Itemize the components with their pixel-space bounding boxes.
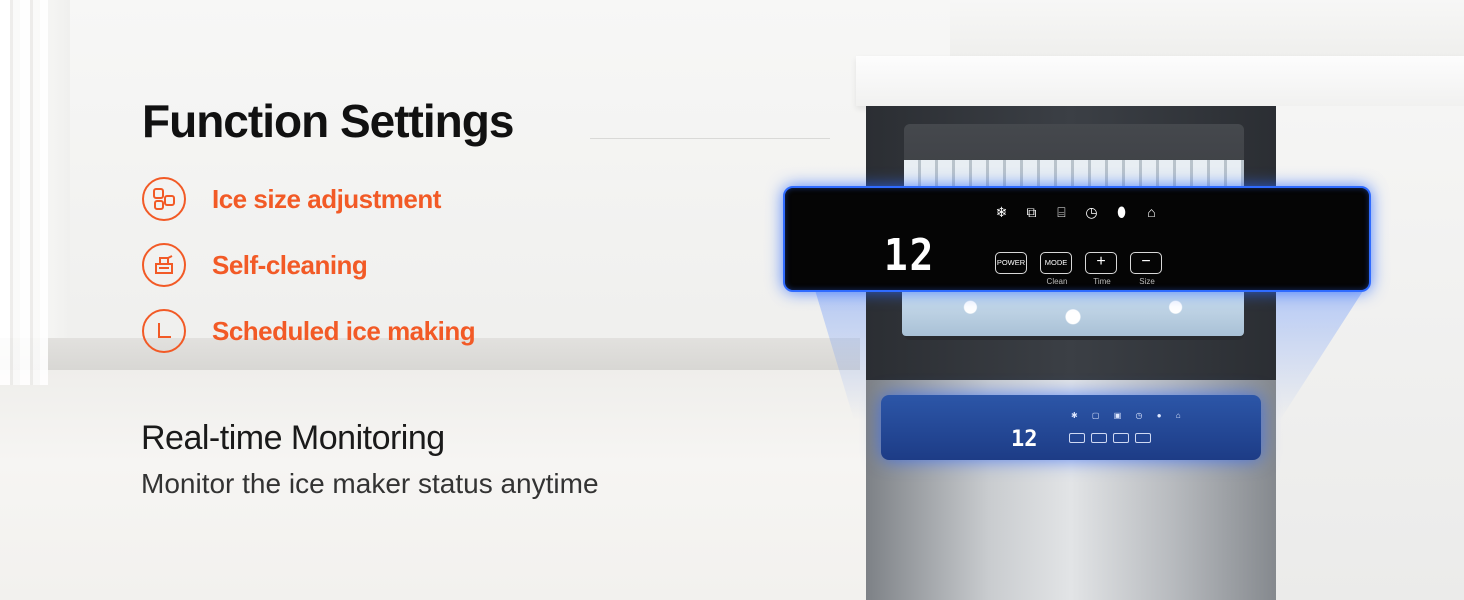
page-title: Function Settings (142, 95, 514, 147)
ice-size-icon (142, 177, 186, 221)
cabinet (590, 0, 831, 370)
ice-bin (902, 288, 1244, 336)
plus-button[interactable]: + Time (1085, 252, 1117, 286)
clock-icon: ◷ (1085, 204, 1098, 220)
timer-icon (142, 309, 186, 353)
cleaning-icon: ⌸ (1057, 204, 1066, 220)
kitchen-background: ✱ ▢ ▣ ◷ ● ⌂ 12 (0, 0, 1464, 600)
self-cleaning-icon (142, 243, 186, 287)
cabinet (950, 0, 1173, 56)
cabinet (1392, 0, 1464, 56)
button-label: − (1141, 253, 1151, 270)
button-label: MODE (1044, 258, 1068, 267)
small-button (1113, 433, 1129, 443)
cabinet (1172, 0, 1393, 56)
curtain (0, 0, 48, 385)
mode-button[interactable]: MODE Clean (1040, 252, 1072, 286)
small-button (1135, 433, 1151, 443)
countertop (856, 56, 1464, 106)
power-button[interactable]: POWER (995, 252, 1027, 274)
feature-self-cleaning: Self-cleaning (142, 243, 368, 287)
small-control-panel: ✱ ▢ ▣ ◷ ● ⌂ 12 (881, 395, 1261, 460)
monitoring-description: Monitor the ice maker status anytime (141, 468, 599, 499)
small-button (1091, 433, 1107, 443)
water-icon: ⬮ (1117, 204, 1126, 220)
panel-buttons: POWER MODE Clean + Time − Size (995, 252, 1162, 286)
feature-scheduled: Scheduled ice making (142, 309, 476, 353)
feature-label: Self-cleaning (212, 249, 368, 280)
cabinet-seam (590, 138, 830, 139)
small-button (1069, 433, 1085, 443)
button-label: POWER (996, 258, 1026, 267)
monitoring-heading: Real-time Monitoring (141, 419, 445, 457)
feature-label: Ice size adjustment (212, 183, 441, 214)
small-status-icons: ✱ ▢ ▣ ◷ ● ⌂ (1071, 411, 1187, 420)
small-buttons (1069, 433, 1151, 443)
control-panel: 12 ❄ ⧉ ⌸ ◷ ⬮ ⌂ POWER MODE Clean + Time −… (783, 186, 1371, 292)
button-caption: Size (1139, 277, 1155, 286)
button-caption: Time (1093, 277, 1111, 286)
status-icons: ❄ ⧉ ⌸ ◷ ⬮ ⌂ (993, 204, 1160, 221)
button-label: + (1096, 253, 1106, 270)
temperature-display: 12 (883, 230, 936, 281)
ice-size-icon: ⧉ (1026, 204, 1037, 220)
minus-button[interactable]: − Size (1130, 252, 1162, 286)
bin-full-icon: ⌂ (1147, 204, 1156, 220)
small-display: 12 (1011, 427, 1038, 452)
feature-label: Scheduled ice making (212, 315, 476, 346)
feature-ice-size: Ice size adjustment (142, 177, 441, 221)
snowflake-icon: ❄ (995, 204, 1008, 220)
button-caption: Clean (1046, 277, 1068, 286)
